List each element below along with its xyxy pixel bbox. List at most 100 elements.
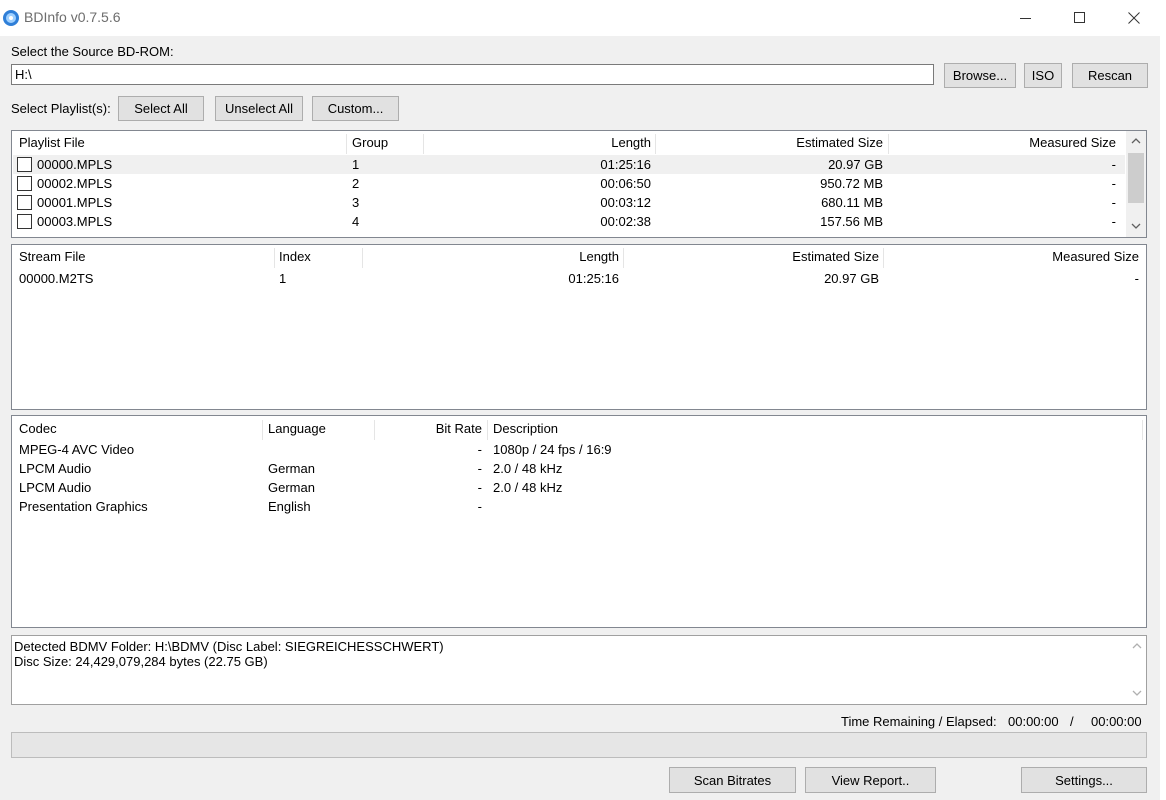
- column-divider[interactable]: [623, 248, 624, 268]
- view-report-button[interactable]: View Report..: [805, 767, 936, 793]
- settings-button[interactable]: Settings...: [1021, 767, 1147, 793]
- window-title: BDInfo v0.7.5.6: [24, 9, 121, 25]
- codec-name[interactable]: LPCM Audio: [19, 459, 91, 478]
- column-header-language[interactable]: Language: [268, 417, 326, 441]
- playlist-group: 4: [352, 214, 360, 229]
- chevron-up-icon[interactable]: [1132, 642, 1142, 649]
- column-header-playlist-file[interactable]: Playlist File: [19, 131, 85, 155]
- iso-button[interactable]: ISO: [1024, 63, 1062, 88]
- column-header-description[interactable]: Description: [493, 417, 558, 441]
- playlist-list[interactable]: Playlist File Group Length Estimated Siz…: [11, 130, 1147, 238]
- codec-list[interactable]: Codec Language Bit Rate Description MPEG…: [11, 415, 1147, 628]
- stream-estimated-size: 20.97 GB: [824, 271, 879, 286]
- playlist-file[interactable]: 00001.MPLS: [37, 193, 112, 212]
- unselect-all-button[interactable]: Unselect All: [215, 96, 303, 121]
- column-header-index[interactable]: Index: [279, 245, 311, 269]
- playlist-select-label: Select Playlist(s):: [11, 101, 111, 116]
- playlist-file[interactable]: 00003.MPLS: [37, 212, 112, 231]
- column-divider[interactable]: [362, 248, 363, 268]
- close-icon: [1128, 12, 1140, 24]
- select-all-button[interactable]: Select All: [118, 96, 204, 121]
- progress-bar: [11, 732, 1147, 758]
- rescan-button[interactable]: Rescan: [1072, 63, 1148, 88]
- playlist-group: 3: [352, 195, 360, 210]
- browse-button[interactable]: Browse...: [944, 63, 1016, 88]
- column-header-estimated-size[interactable]: Estimated Size: [632, 245, 879, 269]
- minimize-button[interactable]: [1000, 0, 1052, 36]
- disc-info-line: Disc Size: 24,429,079,284 bytes (22.75 G…: [14, 654, 268, 669]
- stream-length: 01:25:16: [568, 271, 619, 286]
- scan-bitrates-button[interactable]: Scan Bitrates: [669, 767, 796, 793]
- chevron-up-icon[interactable]: [1131, 137, 1141, 144]
- playlist-checkbox[interactable]: [17, 157, 32, 172]
- column-divider[interactable]: [346, 134, 347, 154]
- column-header-estimated-size[interactable]: Estimated Size: [662, 131, 883, 155]
- codec-language: English: [268, 499, 311, 514]
- playlist-group: 2: [352, 176, 360, 191]
- playlist-estimated-size: 680.11 MB: [821, 195, 883, 210]
- codec-bit-rate: -: [477, 461, 482, 476]
- playlist-file[interactable]: 00000.MPLS: [37, 155, 112, 174]
- column-header-stream-file[interactable]: Stream File: [19, 245, 85, 269]
- column-header-length[interactable]: Length: [432, 131, 651, 155]
- column-divider[interactable]: [655, 134, 656, 154]
- codec-description: 2.0 / 48 kHz: [493, 480, 563, 495]
- playlist-group: 1: [352, 157, 360, 172]
- minimize-icon: [1020, 18, 1031, 19]
- playlist-checkbox[interactable]: [17, 176, 32, 191]
- codec-language: German: [268, 480, 315, 495]
- stream-list[interactable]: Stream File Index Length Estimated Size …: [11, 244, 1147, 410]
- column-header-group[interactable]: Group: [352, 131, 388, 155]
- scrollbar-thumb[interactable]: [1128, 153, 1144, 203]
- chevron-down-icon[interactable]: [1132, 690, 1142, 697]
- source-path-input[interactable]: H:\: [11, 64, 934, 85]
- column-header-measured-size[interactable]: Measured Size: [892, 131, 1116, 155]
- playlist-scrollbar[interactable]: [1126, 131, 1146, 237]
- time-remaining: 00:00:00: [1008, 714, 1059, 729]
- custom-button[interactable]: Custom...: [312, 96, 399, 121]
- maximize-button[interactable]: [1054, 0, 1106, 36]
- column-divider[interactable]: [888, 134, 889, 154]
- playlist-measured-size: -: [1111, 157, 1116, 172]
- column-header-bit-rate[interactable]: Bit Rate: [382, 417, 482, 441]
- column-divider[interactable]: [274, 248, 275, 268]
- column-header-codec[interactable]: Codec: [19, 417, 57, 441]
- column-header-length[interactable]: Length: [372, 245, 619, 269]
- playlist-estimated-size: 950.72 MB: [820, 176, 883, 191]
- info-scrollbar[interactable]: [1128, 636, 1146, 704]
- playlist-length: 00:03:12: [600, 195, 651, 210]
- codec-description: 1080p / 24 fps / 16:9: [493, 442, 612, 457]
- column-header-measured-size[interactable]: Measured Size: [892, 245, 1139, 269]
- stream-measured-size: -: [1134, 271, 1139, 286]
- codec-name[interactable]: Presentation Graphics: [19, 497, 148, 516]
- codec-bit-rate: -: [477, 480, 482, 495]
- disc-info-textbox[interactable]: Detected BDMV Folder: H:\BDMV (Disc Labe…: [11, 635, 1147, 705]
- column-divider[interactable]: [883, 248, 884, 268]
- chevron-down-icon[interactable]: [1131, 223, 1141, 230]
- playlist-measured-size: -: [1111, 214, 1116, 229]
- playlist-checkbox[interactable]: [17, 214, 32, 229]
- disc-info-line: Detected BDMV Folder: H:\BDMV (Disc Labe…: [14, 639, 444, 654]
- source-label: Select the Source BD-ROM:: [11, 44, 174, 59]
- codec-language: German: [268, 461, 315, 476]
- bluray-disc-icon: [3, 10, 19, 26]
- column-divider[interactable]: [1142, 420, 1143, 440]
- playlist-estimated-size: 157.56 MB: [820, 214, 883, 229]
- column-divider[interactable]: [423, 134, 424, 154]
- column-divider[interactable]: [262, 420, 263, 440]
- time-separator: /: [1070, 714, 1074, 729]
- playlist-estimated-size: 20.97 GB: [828, 157, 883, 172]
- title-bar[interactable]: [0, 0, 1166, 36]
- close-button[interactable]: [1108, 0, 1160, 36]
- window-edge: [1160, 36, 1166, 800]
- codec-name[interactable]: LPCM Audio: [19, 478, 91, 497]
- codec-description: 2.0 / 48 kHz: [493, 461, 563, 476]
- column-divider[interactable]: [374, 420, 375, 440]
- playlist-checkbox[interactable]: [17, 195, 32, 210]
- time-elapsed: 00:00:00: [1091, 714, 1142, 729]
- stream-file[interactable]: 00000.M2TS: [19, 269, 93, 288]
- column-divider[interactable]: [487, 420, 488, 440]
- time-label: Time Remaining / Elapsed:: [841, 714, 997, 729]
- codec-name[interactable]: MPEG-4 AVC Video: [19, 440, 134, 459]
- playlist-file[interactable]: 00002.MPLS: [37, 174, 112, 193]
